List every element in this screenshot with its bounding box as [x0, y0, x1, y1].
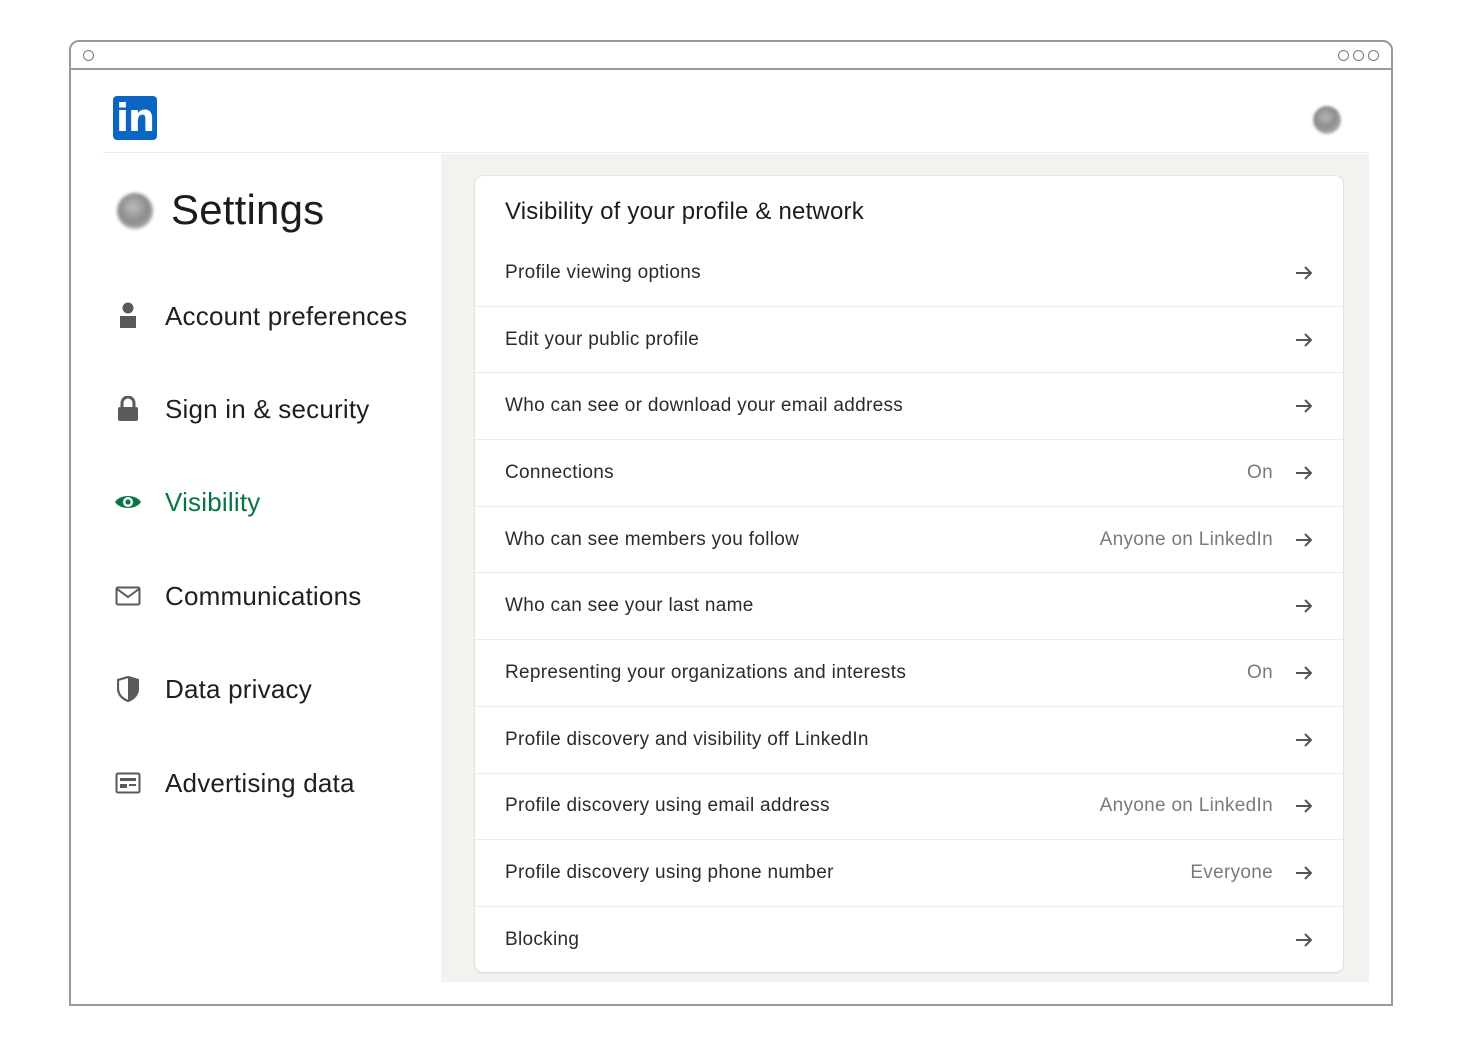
visibility-settings-card: Visibility of your profile & network Pro…: [475, 176, 1343, 972]
shield-icon: [111, 672, 145, 706]
arrow-right-icon: [1295, 797, 1313, 815]
settings-header: Settings: [115, 182, 435, 242]
sidebar-item-visibility[interactable]: Visibility: [111, 480, 431, 524]
arrow-right-icon: [1295, 664, 1313, 682]
row-value: Anyone on LinkedIn: [1099, 528, 1273, 550]
settings-row-members-you-follow[interactable]: Who can see members you follow Anyone on…: [475, 507, 1343, 574]
person-icon: [111, 299, 145, 333]
sidebar-item-label: Advertising data: [165, 767, 355, 798]
row-label: Representing your organizations and inte…: [505, 661, 907, 683]
sidebar-item-label: Visibility: [165, 486, 261, 517]
window-circle-icon: [83, 50, 94, 61]
section-title: Visibility of your profile & network: [505, 198, 864, 225]
browser-window: in Settings Account preferences Sign in …: [69, 40, 1393, 1006]
row-value: On: [1247, 661, 1273, 683]
lock-icon: [111, 392, 145, 426]
row-label: Blocking: [505, 929, 580, 951]
window-titlebar: [71, 42, 1391, 70]
settings-row-discovery-off-linkedin[interactable]: Profile discovery and visibility off Lin…: [475, 707, 1343, 774]
window-close-button[interactable]: [1368, 50, 1379, 61]
arrow-right-icon: [1295, 931, 1313, 949]
settings-row-blocking[interactable]: Blocking: [475, 907, 1343, 974]
row-value: Anyone on LinkedIn: [1099, 795, 1273, 817]
settings-row-discovery-phone[interactable]: Profile discovery using phone number Eve…: [475, 840, 1343, 907]
sidebar-item-communications[interactable]: Communications: [111, 574, 431, 618]
arrow-right-icon: [1295, 464, 1313, 482]
sidebar-item-data-privacy[interactable]: Data privacy: [111, 667, 431, 711]
row-label: Profile viewing options: [505, 261, 701, 283]
sidebar-item-label: Sign in & security: [165, 393, 370, 424]
settings-avatar: [117, 193, 153, 229]
row-label: Who can see your last name: [505, 595, 754, 617]
window-minimize-button[interactable]: [1338, 50, 1349, 61]
profile-avatar[interactable]: [1313, 106, 1341, 134]
page-title: Settings: [171, 186, 325, 233]
arrow-right-icon: [1295, 331, 1313, 349]
arrow-right-icon: [1295, 264, 1313, 282]
arrow-right-icon: [1295, 864, 1313, 882]
sidebar-item-sign-in-security[interactable]: Sign in & security: [111, 387, 431, 431]
row-label: Connections: [505, 461, 614, 483]
arrow-right-icon: [1295, 597, 1313, 615]
settings-row-last-name[interactable]: Who can see your last name: [475, 573, 1343, 641]
row-label: Profile discovery using email address: [505, 795, 830, 817]
window-maximize-button[interactable]: [1353, 50, 1364, 61]
arrow-right-icon: [1295, 731, 1313, 749]
row-value: Everyone: [1190, 862, 1273, 884]
settings-list: Profile viewing options Edit your public…: [475, 240, 1343, 974]
settings-row-organizations-interests[interactable]: Representing your organizations and inte…: [475, 640, 1343, 707]
sidebar-item-label: Data privacy: [165, 673, 312, 704]
settings-row-profile-viewing-options[interactable]: Profile viewing options: [475, 240, 1343, 307]
settings-row-email-address-visibility[interactable]: Who can see or download your email addre…: [475, 373, 1343, 441]
ad-card-icon: [111, 766, 145, 800]
sidebar-item-label: Communications: [165, 580, 362, 611]
arrow-right-icon: [1295, 397, 1313, 415]
row-label: Profile discovery using phone number: [505, 862, 834, 884]
settings-row-edit-public-profile[interactable]: Edit your public profile: [475, 307, 1343, 374]
row-value: On: [1247, 461, 1273, 483]
sidebar-item-advertising-data[interactable]: Advertising data: [111, 761, 431, 805]
row-label: Edit your public profile: [505, 328, 700, 350]
settings-row-discovery-email[interactable]: Profile discovery using email address An…: [475, 774, 1343, 841]
settings-row-connections[interactable]: Connections On: [475, 440, 1343, 507]
sidebar-item-account-preferences[interactable]: Account preferences: [111, 294, 431, 338]
eye-icon: [111, 485, 145, 519]
row-label: Who can see members you follow: [505, 528, 800, 550]
row-label: Profile discovery and visibility off Lin…: [505, 728, 869, 750]
sidebar-item-label: Account preferences: [165, 300, 408, 331]
linkedin-logo[interactable]: in: [113, 96, 157, 140]
arrow-right-icon: [1295, 531, 1313, 549]
header-divider: [103, 152, 1369, 153]
envelope-icon: [111, 579, 145, 613]
row-label: Who can see or download your email addre…: [505, 395, 904, 417]
